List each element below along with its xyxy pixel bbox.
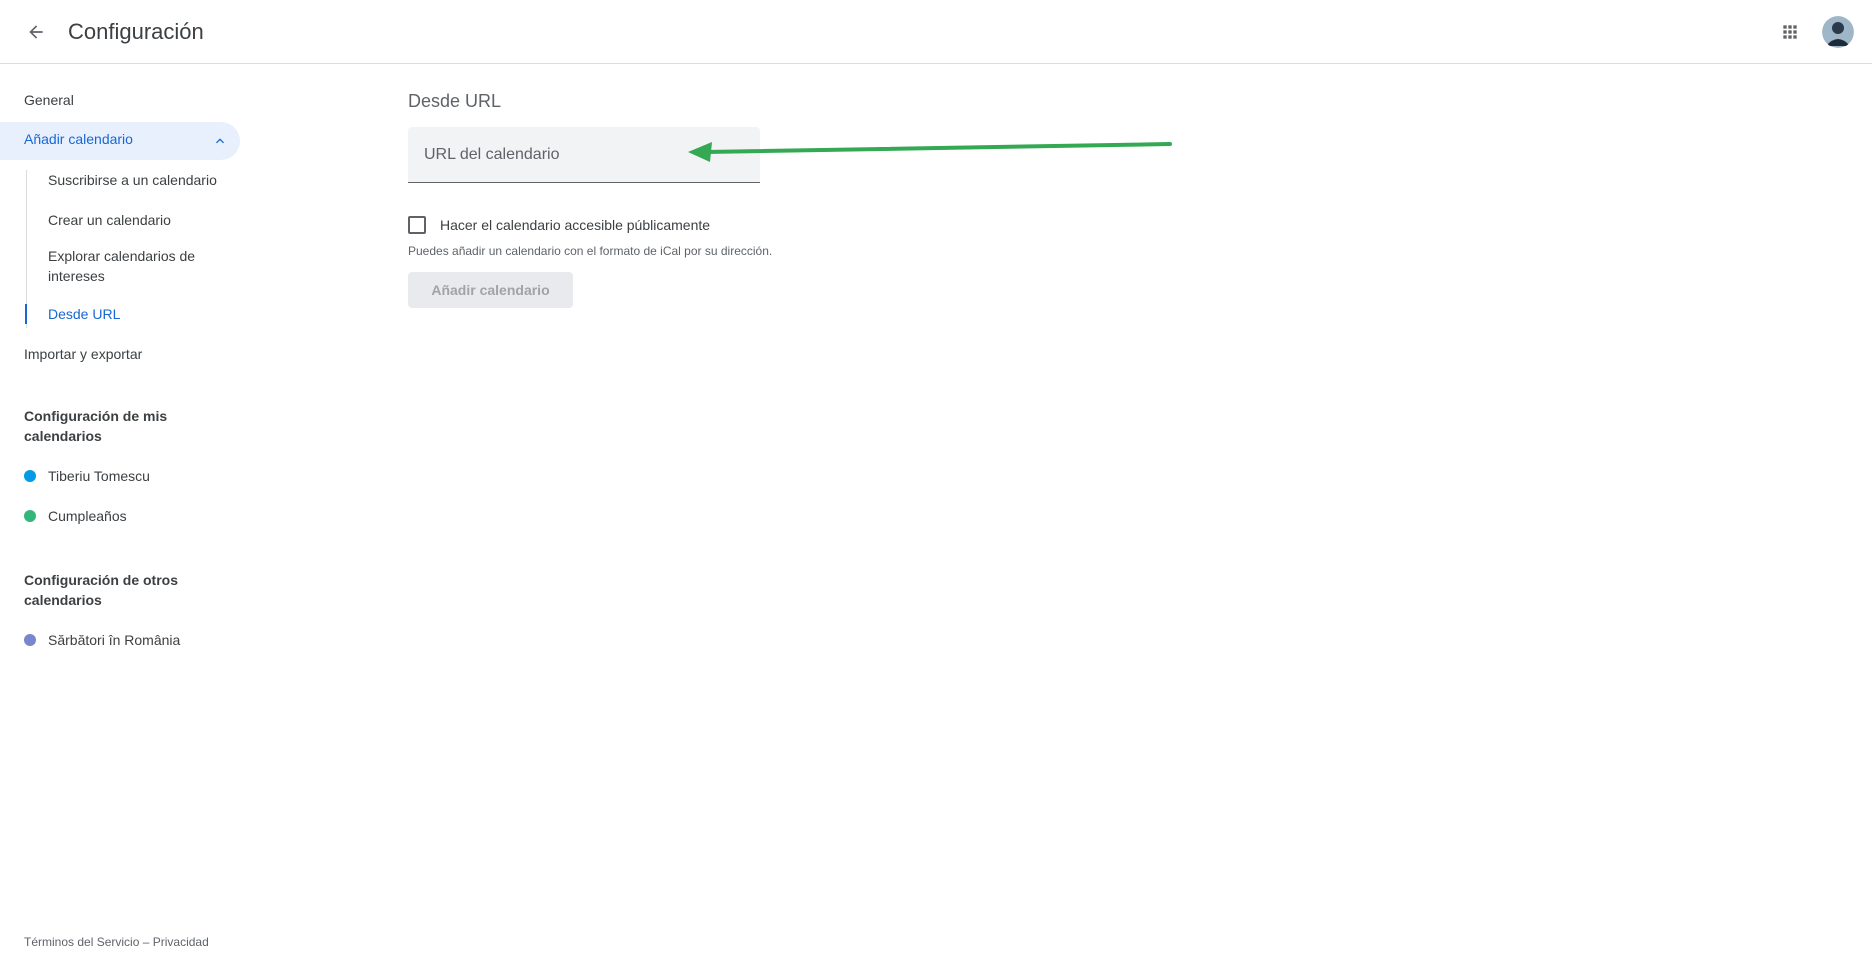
chevron-up-icon	[216, 138, 224, 144]
public-access-checkbox[interactable]	[408, 216, 426, 234]
public-access-label: Hacer el calendario accesible públicamen…	[440, 217, 711, 233]
my-calendars-heading: Configuración de mis calendarios	[24, 408, 168, 444]
calendar-name: Sărbători în România	[48, 632, 181, 648]
user-avatar-icon	[1822, 16, 1854, 48]
sidebar-item-browse[interactable]: Explorar calendarios de intereses	[48, 246, 228, 286]
public-access-checkbox-row[interactable]: Hacer el calendario accesible públicamen…	[408, 216, 710, 234]
page-title: Configuración	[68, 19, 204, 44]
calendar-item[interactable]: Tiberiu Tomescu	[24, 466, 150, 486]
sidebar-item-import-export[interactable]: Importar y exportar	[24, 344, 142, 364]
sidebar-item-general[interactable]: General	[24, 90, 74, 110]
calendar-name: Tiberiu Tomescu	[48, 468, 150, 484]
privacy-link[interactable]: Privacidad	[153, 935, 209, 949]
sidebar-item-subscribe[interactable]: Suscribirse a un calendario	[48, 170, 228, 190]
section-title: Desde URL	[408, 91, 502, 111]
calendar-color-dot	[24, 510, 36, 522]
apps-button[interactable]	[1774, 16, 1806, 48]
terms-link[interactable]: Términos del Servicio	[24, 935, 139, 949]
top-app-bar: Configuración	[0, 0, 1872, 64]
calendar-name: Cumpleaños	[48, 508, 127, 524]
footer-links: Términos del Servicio – Privacidad	[24, 935, 209, 949]
submenu-active-indicator	[25, 304, 27, 324]
calendar-color-dot	[24, 634, 36, 646]
sidebar-item-create[interactable]: Crear un calendario	[48, 210, 228, 230]
sidebar-item-add-calendar[interactable]: Añadir calendario	[0, 122, 240, 160]
add-calendar-button[interactable]: Añadir calendario	[408, 272, 573, 308]
annotation-arrow	[688, 142, 1172, 162]
calendar-item[interactable]: Sărbători în România	[24, 630, 180, 650]
helper-text: Puedes añadir un calendario con el forma…	[408, 244, 773, 258]
account-avatar[interactable]	[1822, 16, 1854, 48]
calendar-color-dot	[24, 470, 36, 482]
sidebar-item-from-url[interactable]: Desde URL	[48, 304, 228, 324]
sidebar-item-label: Añadir calendario	[24, 131, 133, 147]
back-button[interactable]	[20, 16, 52, 48]
settings-sidebar: General Añadir calendario Suscribirse a …	[0, 64, 250, 924]
arrow-back-icon	[29, 25, 43, 39]
footer-separator: –	[142, 935, 150, 949]
other-calendars-heading: Configuración de otros calendarios	[24, 572, 178, 608]
apps-grid-icon	[1783, 25, 1797, 39]
calendar-item[interactable]: Cumpleaños	[24, 506, 127, 526]
